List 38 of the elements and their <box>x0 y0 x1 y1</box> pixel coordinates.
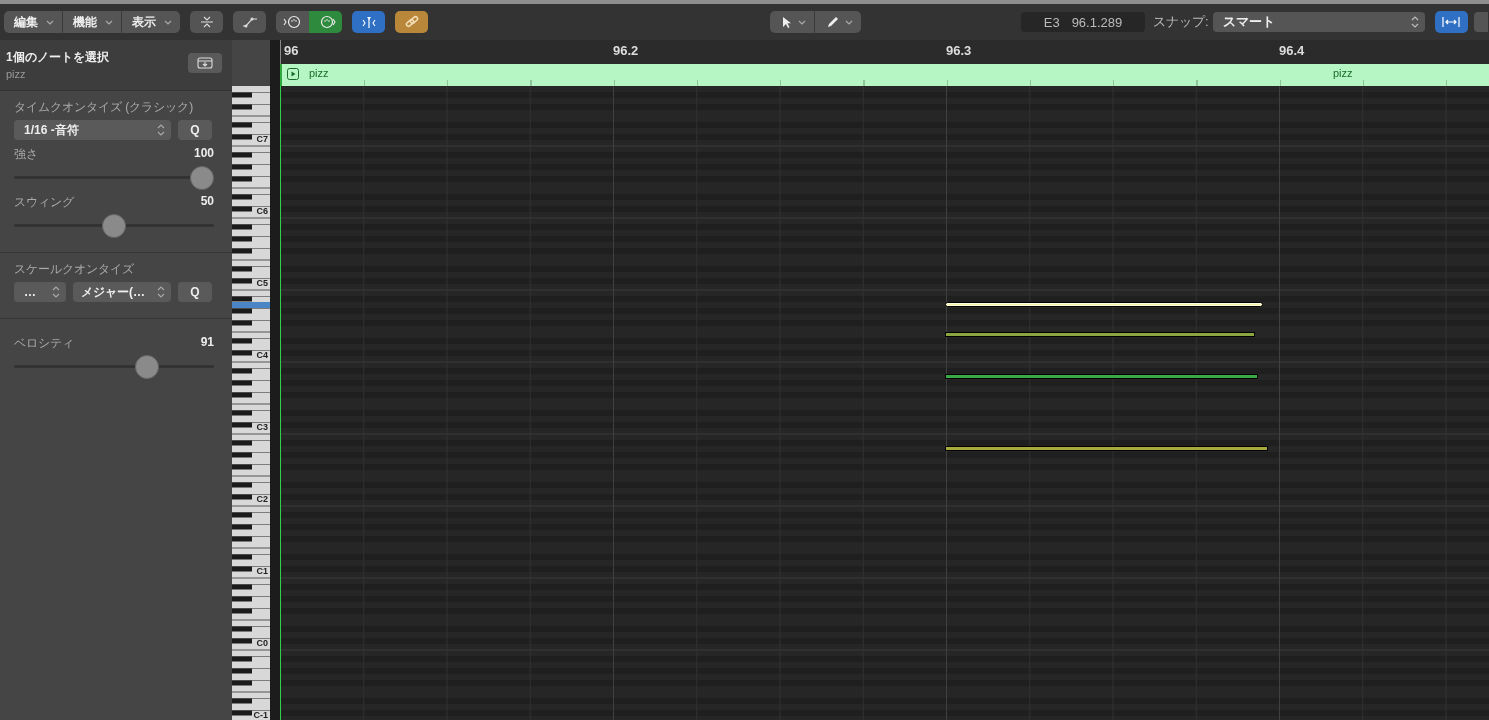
slider-label: ベロシティ <box>14 335 74 352</box>
scale-dropdown[interactable]: メジャー(… <box>73 282 171 302</box>
octave-label: C-1 <box>253 710 268 720</box>
quantize-button[interactable]: Q <box>178 120 212 140</box>
snap-label: スナップ: <box>1153 13 1209 31</box>
octave-label: C0 <box>256 638 268 649</box>
midi-region[interactable]: pizz pizz <box>280 64 1489 86</box>
region-label: pizz <box>1333 67 1353 79</box>
menu-button[interactable]: 表示 <box>122 11 180 33</box>
section-heading: タイムクオンタイズ (クラシック) <box>14 99 195 116</box>
octave-label: C5 <box>256 278 268 289</box>
quantize-dropdown[interactable]: 1/16 -音符 <box>14 120 171 140</box>
menu-button[interactable]: 機能 <box>63 11 122 33</box>
selection-title: 1個のノートを選択 <box>6 49 109 66</box>
octave-label: C2 <box>256 494 268 505</box>
section-heading: スケールクオンタイズ <box>14 261 135 278</box>
octave-label: C7 <box>256 134 268 145</box>
octave-label: C6 <box>256 206 268 217</box>
menu-button[interactable]: 編集 <box>4 11 63 33</box>
octave-label: C3 <box>256 422 268 433</box>
region-name: pizz <box>6 68 27 80</box>
ruler-label: 96.3 <box>946 43 972 58</box>
ruler-label: 96.4 <box>1279 43 1305 58</box>
slider-label: スウィング <box>14 194 74 211</box>
octave-label: C4 <box>256 350 268 361</box>
snap-dropdown[interactable]: スマート <box>1212 12 1425 32</box>
slider-value: 100 <box>193 146 214 162</box>
slider-value: 91 <box>200 335 214 351</box>
ruler-label: 96 <box>284 43 299 58</box>
root-dropdown[interactable]: … <box>14 282 66 302</box>
region-label: pizz <box>309 67 329 79</box>
octave-label: C1 <box>256 566 268 577</box>
slider-value: 50 <box>200 194 214 210</box>
pitch-readout: E3 <box>1043 14 1060 30</box>
ruler-label: 96.2 <box>613 43 639 58</box>
quantize-button[interactable]: Q <box>178 282 212 302</box>
position-readout: 96.1.289 <box>1071 14 1123 30</box>
slider-label: 強さ <box>14 146 38 163</box>
